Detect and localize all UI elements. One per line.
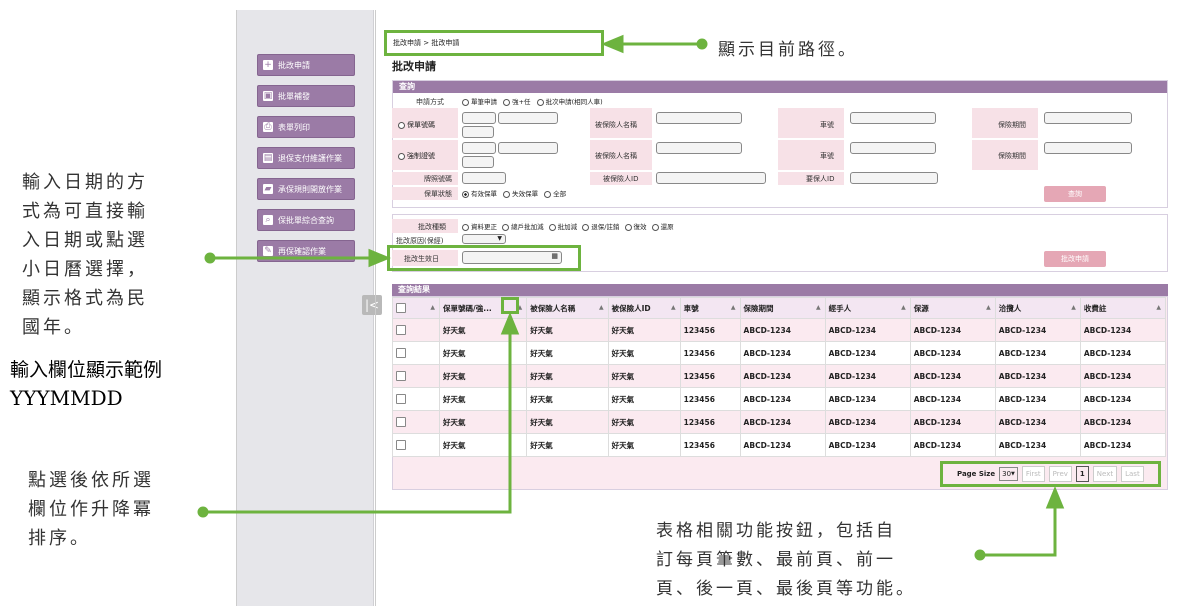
annotation-arrows: [197, 34, 1065, 561]
